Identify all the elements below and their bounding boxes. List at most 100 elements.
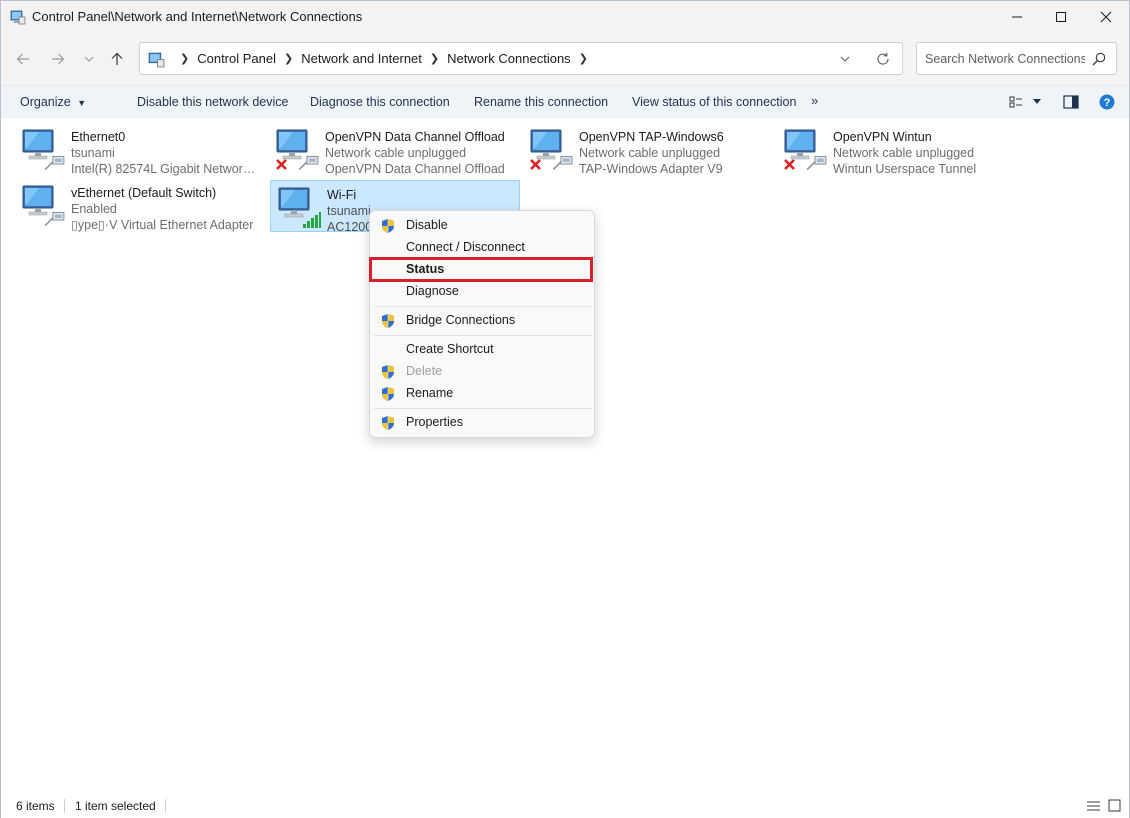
address-row: ❯ Control Panel ❯ Network and Internet ❯… bbox=[1, 33, 1129, 85]
menu-item-connect-disconnect[interactable]: Connect / Disconnect bbox=[374, 237, 592, 259]
view-status-button[interactable]: View status of this connection bbox=[632, 95, 796, 109]
breadcrumb-network-and-internet[interactable]: Network and Internet bbox=[301, 51, 422, 66]
chevron-down-icon bbox=[84, 56, 94, 62]
maximize-button[interactable] bbox=[1038, 1, 1084, 33]
breadcrumb: ❯ Control Panel ❯ Network and Internet ❯… bbox=[172, 43, 596, 74]
arrow-up-icon bbox=[111, 52, 123, 65]
address-bar[interactable]: ❯ Control Panel ❯ Network and Internet ❯… bbox=[139, 42, 903, 75]
connection-name: OpenVPN Wintun bbox=[833, 130, 932, 144]
chevron-right-icon[interactable]: ❯ bbox=[284, 52, 293, 65]
ethernet-unplugged-icon bbox=[784, 128, 827, 171]
menu-item-label: Disable bbox=[406, 218, 448, 232]
connection-device: Wintun Userspace Tunnel bbox=[833, 162, 977, 176]
menu-separator bbox=[374, 306, 592, 307]
connection-status: Enabled bbox=[71, 202, 117, 216]
menu-item-bridge-connections[interactable]: Bridge Connections bbox=[374, 310, 592, 332]
connection-item[interactable]: Ethernet0 tsunami Intel(R) 82574L Gigabi… bbox=[15, 123, 263, 176]
menu-separator bbox=[374, 408, 592, 409]
back-button[interactable] bbox=[13, 49, 33, 69]
up-button[interactable] bbox=[107, 49, 127, 69]
svg-text:?: ? bbox=[1104, 97, 1111, 109]
diagnose-connection-button[interactable]: Diagnose this connection bbox=[310, 95, 450, 109]
uac-shield-icon bbox=[380, 218, 396, 234]
connection-item[interactable]: vEthernet (Default Switch) Enabled ▯ype▯… bbox=[15, 179, 263, 232]
minimize-icon bbox=[1012, 16, 1022, 18]
connection-item[interactable]: OpenVPN Data Channel Offload Network cab… bbox=[269, 123, 517, 176]
connection-item[interactable]: OpenVPN TAP-Windows6 Network cable unplu… bbox=[523, 123, 771, 176]
maximize-icon bbox=[1056, 12, 1066, 22]
item-count: 6 items bbox=[16, 799, 55, 813]
connection-name: OpenVPN TAP-Windows6 bbox=[579, 130, 724, 144]
status-divider bbox=[64, 799, 65, 813]
status-highlight-annotation bbox=[369, 257, 593, 282]
menu-item-label: Connect / Disconnect bbox=[406, 240, 525, 254]
uac-shield-icon bbox=[380, 364, 396, 380]
details-view-icon[interactable] bbox=[1087, 800, 1100, 812]
connection-name: Ethernet0 bbox=[71, 130, 126, 144]
menu-item-label: Create Shortcut bbox=[406, 342, 494, 356]
caret-down-icon: ▼ bbox=[77, 98, 87, 108]
more-commands-button[interactable]: » bbox=[811, 93, 818, 108]
search-box[interactable] bbox=[916, 42, 1117, 75]
disable-device-button[interactable]: Disable this network device bbox=[137, 95, 288, 109]
preview-pane-icon[interactable] bbox=[1063, 95, 1079, 109]
menu-item-label: Rename bbox=[406, 386, 454, 400]
rename-connection-button[interactable]: Rename this connection bbox=[474, 95, 608, 109]
search-icon[interactable] bbox=[1092, 52, 1106, 66]
minimize-button[interactable] bbox=[994, 1, 1040, 33]
ethernet-connected-icon bbox=[19, 184, 65, 227]
connection-device: OpenVPN Data Channel Offload bbox=[325, 162, 505, 176]
menu-item-label: Properties bbox=[406, 415, 463, 429]
forward-button[interactable] bbox=[48, 49, 68, 69]
organize-menu[interactable]: Organize ▼ bbox=[20, 95, 86, 109]
chevron-right-icon[interactable]: ❯ bbox=[579, 52, 588, 65]
connection-name: OpenVPN Data Channel Offload bbox=[325, 130, 505, 144]
connection-name: vEthernet (Default Switch) bbox=[71, 186, 217, 200]
wifi-icon bbox=[275, 186, 321, 228]
title-bar: Control Panel\Network and Internet\Netwo… bbox=[1, 1, 1129, 33]
recent-locations-button[interactable] bbox=[79, 49, 99, 69]
menu-item-create-shortcut[interactable]: Create Shortcut bbox=[374, 339, 592, 361]
change-view-icon[interactable] bbox=[1009, 95, 1023, 109]
connection-device: Intel(R) 82574L Gigabit Network C... bbox=[71, 162, 261, 176]
ethernet-unplugged-icon bbox=[530, 128, 573, 171]
chevron-right-icon[interactable]: ❯ bbox=[430, 52, 439, 65]
refresh-icon[interactable] bbox=[876, 52, 890, 66]
connection-status: Network cable unplugged bbox=[833, 146, 975, 160]
chevron-right-icon[interactable]: ❯ bbox=[180, 52, 189, 65]
uac-shield-icon bbox=[380, 415, 396, 431]
ethernet-connected-icon bbox=[19, 128, 65, 171]
arrow-left-icon bbox=[16, 53, 29, 65]
connection-status: tsunami bbox=[71, 146, 115, 160]
network-connections-window: Control Panel\Network and Internet\Netwo… bbox=[0, 0, 1130, 818]
menu-item-rename[interactable]: Rename bbox=[374, 383, 592, 405]
connection-device: ▯ype▯·V Virtual Ethernet Adapter bbox=[71, 218, 254, 232]
status-divider bbox=[165, 799, 166, 813]
connection-item[interactable]: OpenVPN Wintun Network cable unplugged W… bbox=[777, 123, 1025, 176]
menu-separator bbox=[374, 335, 592, 336]
menu-item-diagnose[interactable]: Diagnose bbox=[374, 281, 592, 303]
connection-name: Wi-Fi bbox=[327, 188, 357, 202]
control-panel-icon bbox=[10, 10, 26, 25]
connection-status: Network cable unplugged bbox=[579, 146, 721, 160]
selection-count: 1 item selected bbox=[75, 799, 156, 813]
menu-item-disable[interactable]: Disable bbox=[374, 215, 592, 237]
organize-label: Organize bbox=[20, 95, 71, 109]
control-panel-icon bbox=[148, 52, 165, 68]
status-bar: 6 items 1 item selected bbox=[1, 794, 1129, 818]
chevron-down-icon[interactable] bbox=[838, 52, 852, 66]
uac-shield-icon bbox=[380, 313, 396, 329]
large-icons-view-icon[interactable] bbox=[1108, 799, 1121, 812]
breadcrumb-network-connections[interactable]: Network Connections bbox=[447, 51, 571, 66]
menu-item-label: Diagnose bbox=[406, 284, 459, 298]
breadcrumb-control-panel[interactable]: Control Panel bbox=[197, 51, 276, 66]
close-button[interactable] bbox=[1083, 1, 1129, 33]
search-input[interactable] bbox=[925, 50, 1085, 68]
uac-shield-icon bbox=[380, 386, 396, 402]
menu-item-delete: Delete bbox=[374, 361, 592, 383]
ethernet-unplugged-icon bbox=[276, 128, 319, 171]
help-icon[interactable]: ? bbox=[1099, 94, 1115, 110]
menu-item-label: Bridge Connections bbox=[406, 313, 516, 327]
menu-item-properties[interactable]: Properties bbox=[374, 412, 592, 434]
caret-down-icon[interactable] bbox=[1032, 98, 1042, 106]
